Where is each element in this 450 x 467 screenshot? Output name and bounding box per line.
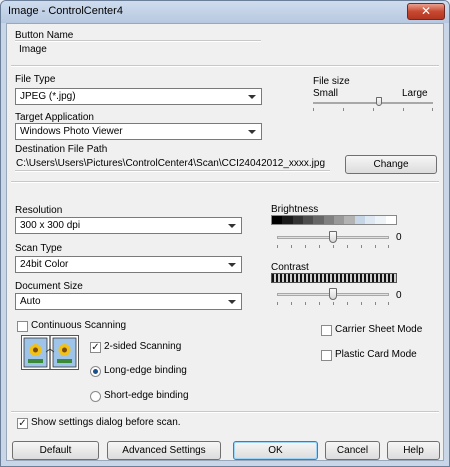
carrier-sheet-mode-checkbox[interactable]	[321, 325, 332, 336]
target-application-select[interactable]: Windows Photo Viewer	[15, 123, 262, 140]
resolution-select[interactable]: 300 x 300 dpi	[15, 217, 242, 234]
chevron-down-icon	[248, 130, 256, 134]
scan-type-selected: 24bit Color	[20, 259, 69, 270]
default-button[interactable]: Default	[12, 441, 99, 460]
scan-type-select[interactable]: 24bit Color	[15, 256, 242, 273]
show-settings-dialog-label: Show settings dialog before scan.	[31, 417, 181, 428]
target-application-label: Target Application	[15, 112, 94, 123]
scan-type-label: Scan Type	[15, 243, 63, 254]
contrast-label: Contrast	[271, 262, 309, 273]
contrast-ticks	[277, 302, 389, 305]
file-size-track	[313, 102, 433, 104]
short-edge-binding-label: Short-edge binding	[104, 390, 189, 401]
contrast-value: 0	[396, 290, 402, 301]
close-button[interactable]: ✕	[407, 3, 445, 20]
document-size-label: Document Size	[15, 281, 83, 292]
file-size-ticks	[313, 108, 433, 111]
file-size-small-label: Small	[313, 88, 339, 99]
dialog-content: Button Name Image File Type JPEG (*.jpg)…	[6, 23, 444, 461]
brightness-value: 0	[396, 232, 402, 243]
resolution-selected: 300 x 300 dpi	[20, 220, 81, 231]
carrier-sheet-mode-label: Carrier Sheet Mode	[335, 324, 423, 335]
contrast-pattern-bar	[271, 273, 397, 283]
document-size-selected: Auto	[20, 296, 41, 307]
continuous-scanning-label: Continuous Scanning	[31, 320, 127, 331]
file-size-large-label: Large	[402, 88, 428, 99]
plastic-card-mode-label: Plastic Card Mode	[335, 349, 417, 360]
chevron-down-icon	[228, 300, 236, 304]
help-button[interactable]: Help	[387, 441, 440, 460]
chevron-down-icon	[228, 263, 236, 267]
file-size-thumb[interactable]	[376, 97, 382, 106]
cancel-button[interactable]: Cancel	[325, 441, 380, 460]
contrast-slider[interactable]	[277, 288, 389, 306]
contrast-thumb[interactable]	[329, 288, 337, 300]
continuous-scanning-checkbox[interactable]	[17, 321, 28, 332]
destination-path-value: C:\Users\Users\Pictures\ControlCenter4\S…	[16, 158, 326, 169]
file-type-select[interactable]: JPEG (*.jpg)	[15, 88, 262, 105]
brightness-slider[interactable]	[277, 231, 389, 249]
brightness-thumb[interactable]	[329, 231, 337, 243]
chevron-down-icon	[248, 95, 256, 99]
file-size-slider[interactable]	[313, 97, 433, 114]
two-sided-scanning-label: 2-sided Scanning	[104, 341, 182, 352]
show-settings-dialog-checkbox[interactable]: ✓	[17, 418, 28, 429]
two-sided-illustration-icon	[21, 335, 79, 370]
ok-button[interactable]: OK	[233, 441, 318, 460]
resolution-label: Resolution	[15, 205, 63, 216]
brightness-label: Brightness	[271, 204, 319, 215]
two-sided-scanning-checkbox[interactable]: ✓	[90, 342, 101, 353]
long-edge-binding-radio[interactable]	[90, 366, 101, 377]
brightness-gradient-bar	[271, 215, 397, 225]
document-size-select[interactable]: Auto	[15, 293, 242, 310]
change-button[interactable]: Change	[345, 155, 437, 174]
file-type-selected: JPEG (*.jpg)	[20, 91, 76, 102]
dialog-window: Image - ControlCenter4 ✕ Button Name Ima…	[0, 0, 450, 467]
button-name-value: Image	[19, 44, 47, 55]
file-size-label: File size	[313, 76, 350, 87]
destination-path-label: Destination File Path	[15, 144, 108, 155]
file-type-label: File Type	[15, 74, 56, 85]
brightness-ticks	[277, 245, 389, 248]
title-bar[interactable]: Image - ControlCenter4 ✕	[1, 1, 449, 23]
short-edge-binding-radio[interactable]	[90, 391, 101, 402]
chevron-down-icon	[228, 224, 236, 228]
plastic-card-mode-checkbox[interactable]	[321, 350, 332, 361]
target-application-selected: Windows Photo Viewer	[20, 126, 123, 137]
radio-dot	[93, 369, 98, 374]
long-edge-binding-label: Long-edge binding	[104, 365, 187, 376]
advanced-settings-button[interactable]: Advanced Settings	[107, 441, 221, 460]
window-title: Image - ControlCenter4	[8, 5, 123, 17]
